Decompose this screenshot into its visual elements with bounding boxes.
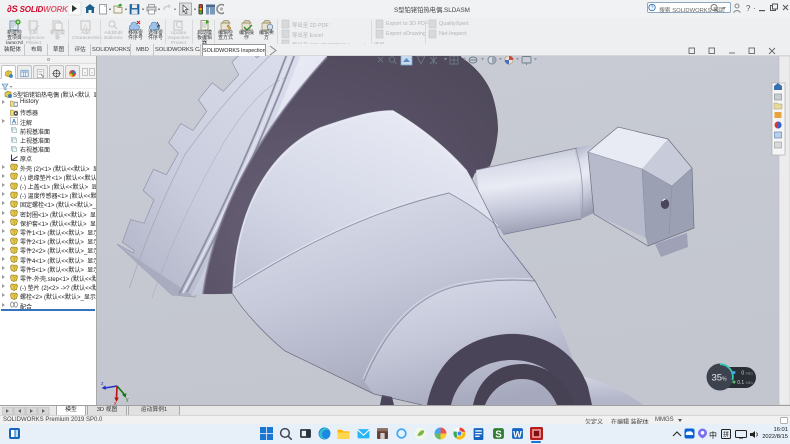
svg-text:W: W [513,429,522,439]
svg-text:△: △ [83,24,88,30]
svg-text:·: · [753,4,756,13]
svg-text:?: ? [650,6,653,12]
svg-text:S: S [495,429,502,440]
svg-text:A: A [12,120,17,126]
svg-text:拼: 拼 [723,431,729,439]
svg-text:?: ? [746,4,751,13]
